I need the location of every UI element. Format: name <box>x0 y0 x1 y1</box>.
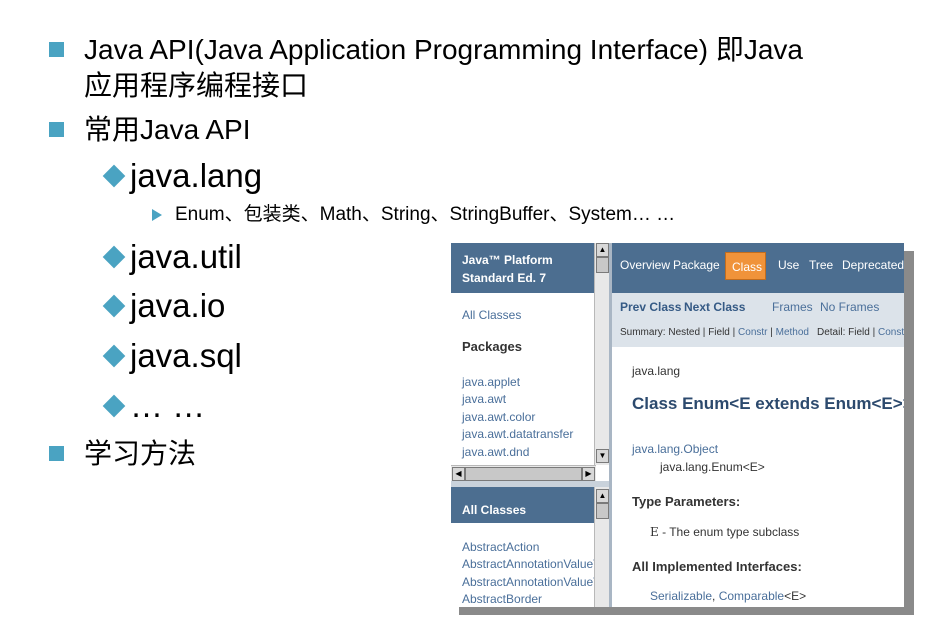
bullet1-line2: 应用程序编程接口 <box>84 70 309 101</box>
java-lang-detail: Enum、包装类、Math、String、StringBuffer、System… <box>175 204 676 225</box>
scroll-thumb[interactable] <box>596 503 609 519</box>
scroll-right-icon[interactable]: ▶ <box>582 467 595 481</box>
top-nav-bar: Overview Package Class Use Tree Deprecat… <box>612 243 904 293</box>
summary-links: Summary: Nested | Field | Constr | Metho… <box>620 327 809 338</box>
type-params-label: Type Parameters: <box>632 494 741 509</box>
summary-nested: Nested <box>668 327 701 338</box>
hierarchy-object-link[interactable]: java.lang.Object <box>632 442 718 456</box>
package-link[interactable]: java.awt.datatransfer <box>462 427 573 441</box>
sub-item-java-io: java.io <box>130 287 226 324</box>
detail-constr-link[interactable]: Constr <box>878 327 904 338</box>
diamond-bullet-icon <box>102 394 126 418</box>
scroll-up-icon[interactable]: ▲ <box>596 489 609 503</box>
prev-class-link[interactable]: Prev Class <box>620 300 681 314</box>
no-frames-link[interactable]: No Frames <box>820 300 879 314</box>
scroll-up-icon[interactable]: ▲ <box>596 243 609 257</box>
package-link[interactable]: java.awt <box>462 392 506 406</box>
iface-separator: , <box>712 589 719 603</box>
detail-label: Detail: <box>817 327 846 338</box>
bullet-square-icon <box>49 122 64 137</box>
scroll-down-icon[interactable]: ▼ <box>596 449 609 463</box>
all-classes-title: All Classes <box>462 503 527 517</box>
nav-deprecated[interactable]: Deprecated <box>842 258 904 272</box>
interfaces-label: All Implemented Interfaces: <box>632 559 802 574</box>
class-link[interactable]: AbstractAnnotationValueVis <box>462 575 610 589</box>
nav-class[interactable]: Class <box>732 260 762 274</box>
frame-splitter[interactable] <box>451 481 609 487</box>
comparable-generic: <E> <box>784 589 807 603</box>
type-param-text: - The enum type subclass <box>658 525 800 539</box>
scroll-thumb[interactable] <box>465 467 582 481</box>
class-link[interactable]: AbstractAnnotationValueVis <box>462 557 610 571</box>
summary-field: Field <box>708 327 730 338</box>
javadoc-screenshot: Java™ Platform Standard Ed. 7 All Classe… <box>451 243 904 607</box>
serializable-link[interactable]: Serializable <box>650 589 712 603</box>
package-name: java.lang <box>632 364 681 378</box>
sub-item-java-lang: java.lang <box>130 157 263 194</box>
screenshot-shadow <box>459 607 914 615</box>
diamond-bullet-icon <box>102 164 126 188</box>
comparable-link[interactable]: Comparable <box>719 589 784 603</box>
platform-header: Java™ Platform Standard Ed. 7 <box>451 243 596 293</box>
nav-package[interactable]: Package <box>673 258 720 272</box>
bullet-square-icon <box>49 42 64 57</box>
packages-frame: Java™ Platform Standard Ed. 7 All Classe… <box>451 243 596 483</box>
sub-item-java-sql: java.sql <box>130 337 242 374</box>
type-param-desc: E - The enum type subclass <box>650 525 799 539</box>
bullet3-text: 学习方法 <box>84 438 197 469</box>
package-link[interactable]: java.awt.color <box>462 410 535 424</box>
packages-vertical-scrollbar[interactable]: ▲ ▼ <box>594 243 610 465</box>
class-link[interactable]: AbstractBorder <box>462 592 542 606</box>
bullet-square-icon <box>49 446 64 461</box>
arrow-bullet-icon <box>152 209 162 221</box>
bullet1-line1: Java API(Java Application Programming In… <box>84 34 804 65</box>
scroll-left-icon[interactable]: ◀ <box>452 467 465 481</box>
next-class-link[interactable]: Next Class <box>684 300 745 314</box>
sub-nav-bar: Prev Class Next Class Frames No Frames S… <box>612 293 904 347</box>
platform-title: Java™ Platform <box>462 253 553 267</box>
class-link[interactable]: AbstractAction <box>462 540 539 554</box>
package-link[interactable]: java.applet <box>462 375 520 389</box>
class-doc-frame: Overview Package Class Use Tree Deprecat… <box>612 243 904 607</box>
platform-edition: Standard Ed. 7 <box>462 271 547 285</box>
bullet2-text: 常用Java API <box>84 114 251 145</box>
all-classes-header: All Classes <box>451 487 596 523</box>
type-param-name: E <box>650 525 659 539</box>
hierarchy-enum: java.lang.Enum<E> <box>660 460 765 474</box>
class-title: Class Enum<E extends Enum<E>> <box>632 394 904 413</box>
diamond-bullet-icon <box>102 294 126 318</box>
scroll-thumb[interactable] <box>596 257 609 273</box>
diamond-bullet-icon <box>102 344 126 368</box>
nav-tree[interactable]: Tree <box>809 258 833 272</box>
interfaces-list: Serializable, Comparable<E> <box>650 589 806 603</box>
summary-label: Summary: <box>620 327 666 338</box>
sub-item-ellipsis: … … <box>130 387 206 424</box>
frames-link[interactable]: Frames <box>772 300 813 314</box>
detail-field: Field <box>848 327 870 338</box>
nav-use[interactable]: Use <box>778 258 799 272</box>
screenshot-shadow <box>904 251 914 613</box>
diamond-bullet-icon <box>102 245 126 269</box>
classes-vertical-scrollbar[interactable]: ▲ <box>594 487 610 607</box>
summary-constr-link[interactable]: Constr <box>738 327 767 338</box>
packages-horizontal-scrollbar[interactable]: ◀ ▶ <box>451 465 596 482</box>
packages-label: Packages <box>462 339 522 354</box>
classes-frame: All Classes AbstractAction AbstractAnnot… <box>451 487 610 607</box>
nav-overview[interactable]: Overview <box>620 258 670 272</box>
detail-links: Detail: Field | Constr | <box>817 327 904 338</box>
sub-item-java-util: java.util <box>130 238 242 275</box>
package-link[interactable]: java.awt.dnd <box>462 445 529 459</box>
all-classes-link[interactable]: All Classes <box>462 308 521 322</box>
summary-method-link[interactable]: Method <box>776 327 809 338</box>
